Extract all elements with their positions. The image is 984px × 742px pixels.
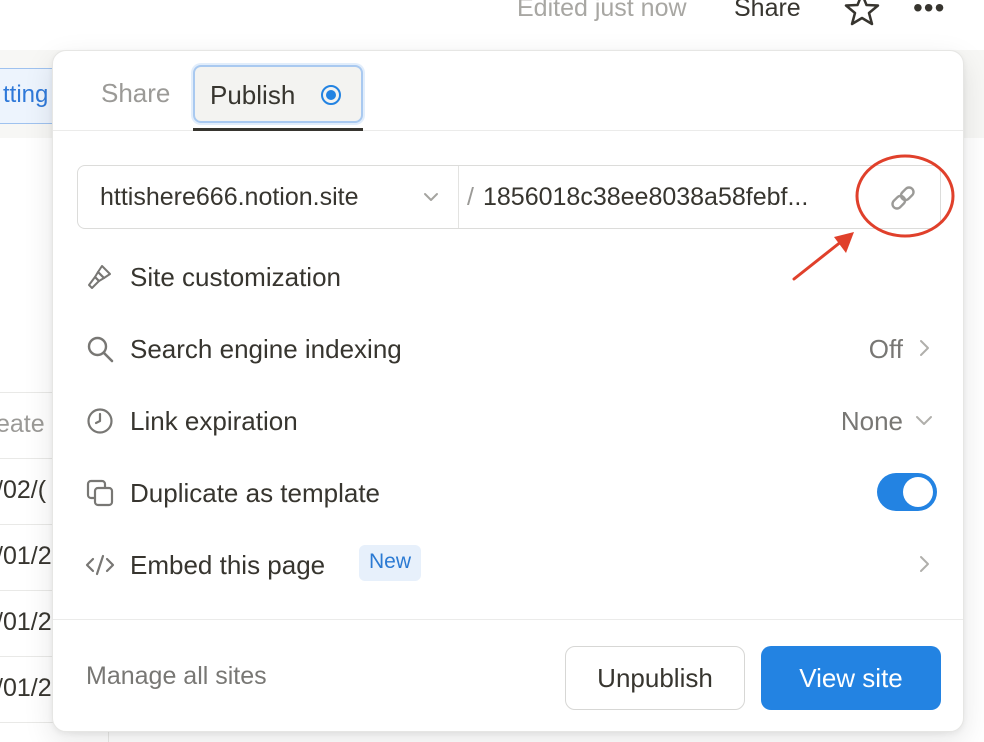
search-indexing-value: Off — [868, 334, 903, 364]
search-indexing-row[interactable]: Search engine indexing Off — [81, 321, 941, 377]
toggle-knob — [903, 477, 933, 507]
manage-all-sites-link[interactable]: Manage all sites — [86, 662, 267, 691]
link-expiration-label: Link expiration — [130, 406, 298, 436]
duplicate-template-label: Duplicate as template — [130, 478, 381, 508]
link-expiration-value: None — [840, 406, 903, 436]
new-badge: New — [359, 545, 422, 581]
more-icon[interactable]: ••• — [913, 0, 945, 22]
share-button[interactable]: Share — [734, 0, 801, 23]
table-cell: /02/( — [0, 476, 47, 504]
brush-icon — [88, 265, 111, 289]
search-icon — [87, 336, 114, 363]
popup-footer: Manage all sites Unpublish View site — [53, 619, 963, 733]
copy-link-button[interactable] — [887, 182, 919, 214]
chevron-down-icon — [916, 416, 932, 425]
table-cell: /01/2 — [0, 608, 52, 636]
clock-icon — [87, 408, 113, 434]
view-site-button[interactable]: View site — [761, 646, 941, 710]
site-url-field: httishere666.notion.site / 1856018c38ee8… — [77, 165, 941, 229]
duplicate-template-toggle[interactable] — [877, 473, 937, 511]
top-bar: Edited just now Share ••• — [0, 0, 984, 50]
table-column-header: eate — [0, 410, 45, 438]
link-icon — [891, 186, 915, 210]
popup-tabs: Share Publish — [53, 51, 963, 131]
tab-share[interactable]: Share — [101, 78, 170, 109]
table-cell: /01/2 — [0, 674, 52, 702]
domain-select[interactable]: httishere666.notion.site — [78, 166, 459, 228]
slug-input[interactable]: 1856018c38ee8038a58febf... — [483, 183, 871, 212]
site-customization-label: Site customization — [130, 262, 341, 292]
url-separator: / — [467, 183, 474, 211]
site-customization-row[interactable]: Site customization — [81, 249, 941, 305]
unpublish-button[interactable]: Unpublish — [565, 646, 745, 710]
chevron-right-icon — [920, 340, 929, 356]
edited-status: Edited just now — [517, 0, 687, 22]
published-status-icon — [321, 85, 341, 105]
domain-value: httishere666.notion.site — [100, 183, 359, 211]
embed-page-label: Embed this page — [130, 550, 326, 580]
embed-page-row[interactable]: Embed this page New — [81, 537, 941, 593]
tab-publish-label: Publish — [210, 80, 296, 110]
link-expiration-row[interactable]: Link expiration None — [81, 393, 941, 449]
code-icon — [85, 554, 115, 576]
chevron-down-icon — [424, 193, 438, 201]
star-icon[interactable] — [842, 0, 882, 26]
search-indexing-label: Search engine indexing — [130, 334, 402, 364]
active-tab-indicator — [193, 128, 363, 131]
publish-popup: Share Publish httishere666.notion.site /… — [52, 50, 964, 732]
tab-publish[interactable]: Publish — [193, 65, 363, 123]
table-cell: /01/2 — [0, 542, 52, 570]
chevron-right-icon — [920, 556, 929, 572]
duplicate-template-row: Duplicate as template — [81, 465, 941, 521]
duplicate-icon — [86, 479, 114, 507]
